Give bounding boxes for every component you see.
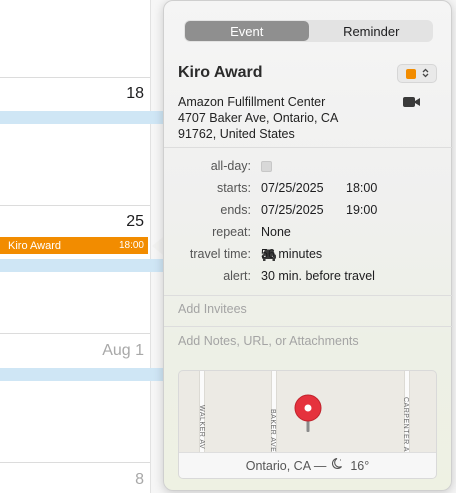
multi-day-event-band[interactable] [0, 259, 164, 272]
add-notes-field[interactable]: Add Notes, URL, or Attachments [178, 334, 359, 348]
moon-cloud-icon [330, 457, 346, 474]
week-divider [0, 205, 150, 206]
week-divider [0, 77, 150, 78]
repeat-select[interactable]: None [261, 225, 291, 239]
all-day-checkbox[interactable] [261, 161, 272, 172]
travel-time-select[interactable]: 56 minutes [261, 247, 322, 261]
event-title[interactable]: Kiro Award [178, 64, 262, 82]
calendar-color-picker[interactable] [397, 64, 437, 83]
event-chip-kiro-award[interactable]: Kiro Award 18:00 [0, 237, 148, 254]
location-line-3: 91762, United States [178, 127, 295, 141]
end-date-field[interactable]: 07/25/2025 [261, 203, 324, 217]
ends-label: ends: [220, 203, 251, 217]
map-temperature: 16° [350, 458, 370, 473]
map-road-label: CARPENTER A [402, 397, 409, 452]
calendar-color-swatch [405, 68, 416, 79]
map-footer: Ontario, CA — 16° [179, 452, 436, 478]
add-invitees-field[interactable]: Add Invitees [178, 302, 247, 316]
repeat-label: repeat: [212, 225, 251, 239]
tab-reminder[interactable]: Reminder [310, 20, 434, 42]
ends-row: ends: 07/25/2025 19:00 [164, 203, 453, 221]
event-reminder-toggle: Event Reminder [184, 20, 433, 42]
alert-select[interactable]: 30 min. before travel [261, 269, 375, 283]
week-divider [0, 333, 150, 334]
video-camera-icon[interactable] [403, 95, 421, 107]
location-line-1: Amazon Fulfillment Center [178, 95, 326, 109]
chevron-updown-icon [422, 68, 429, 80]
section-divider [164, 295, 453, 296]
event-location[interactable]: Amazon Fulfillment Center 4707 Baker Ave… [178, 94, 338, 142]
popover-arrow [152, 237, 163, 255]
day-number-8[interactable]: 8 [135, 471, 144, 489]
alert-label: alert: [223, 269, 251, 283]
event-chip-time: 18:00 [118, 240, 144, 251]
start-date-field[interactable]: 07/25/2025 [261, 181, 324, 195]
location-line-2: 4707 Baker Ave, Ontario, CA [178, 111, 339, 125]
all-day-label: all-day: [210, 159, 251, 173]
day-number-18[interactable]: 18 [126, 85, 144, 103]
start-time-field[interactable]: 18:00 [346, 181, 377, 195]
map-pin-icon[interactable] [293, 394, 323, 434]
map-road-label: BAKER AVE [269, 409, 276, 453]
end-time-field[interactable]: 19:00 [346, 203, 377, 217]
day-number-aug-1[interactable]: Aug 1 [102, 342, 144, 360]
day-number-25[interactable]: 25 [126, 213, 144, 231]
map-location-text: Ontario, CA — [245, 458, 327, 473]
event-chip-title: Kiro Award [8, 239, 61, 252]
all-day-row: all-day: [164, 159, 453, 177]
event-detail-popover: Event Reminder Kiro Award Amazon Fulfill… [163, 0, 453, 491]
map-road-label: WALKER AV [198, 405, 205, 450]
travel-time-row: travel time: 56 minutes [164, 247, 453, 265]
alert-row: alert: 30 min. before travel [164, 269, 453, 287]
section-divider [164, 326, 453, 327]
starts-label: starts: [216, 181, 251, 195]
section-divider [164, 147, 453, 148]
week-divider [0, 462, 150, 463]
multi-day-event-band[interactable] [0, 111, 164, 124]
repeat-row: repeat: None [164, 225, 453, 243]
multi-day-event-band[interactable] [0, 368, 164, 381]
tab-event[interactable]: Event [185, 21, 309, 41]
location-map[interactable]: WALKER AV BAKER AVE CARPENTER A Ontario,… [178, 370, 437, 479]
starts-row: starts: 07/25/2025 18:00 [164, 181, 453, 199]
travel-time-label: travel time: [189, 247, 251, 261]
